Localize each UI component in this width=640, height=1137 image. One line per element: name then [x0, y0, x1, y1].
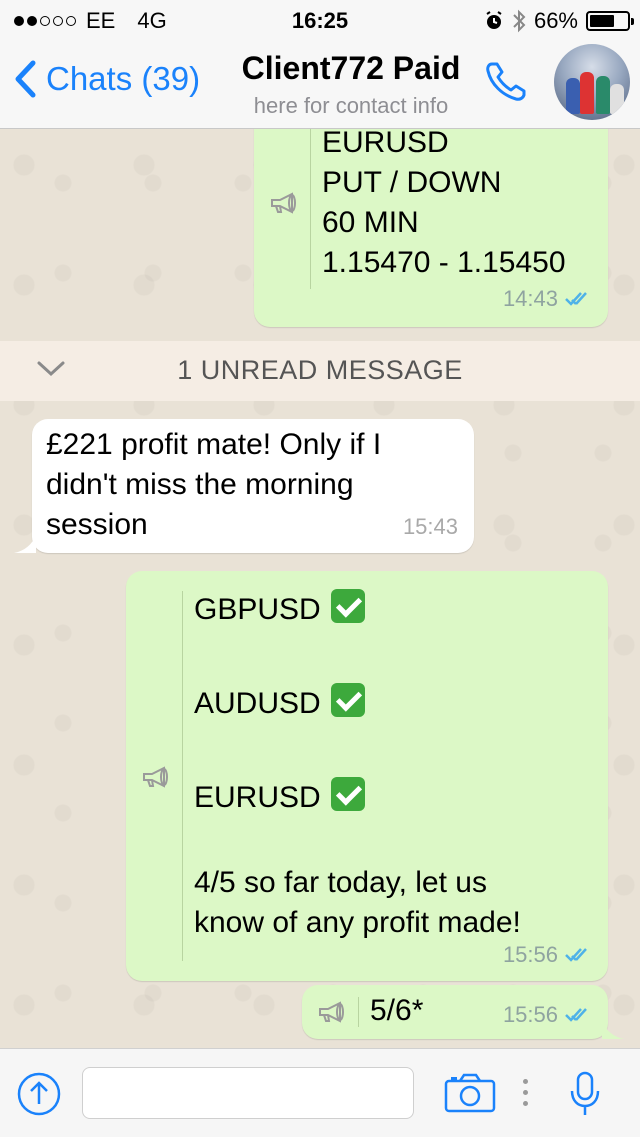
message-meta: 15:56: [503, 935, 594, 975]
back-label: Chats (39): [46, 60, 201, 97]
message-meta: 14:43: [503, 279, 594, 319]
contact-info-button[interactable]: Client772 Paid here for contact info: [226, 50, 476, 119]
bluetooth-icon: [513, 9, 526, 33]
pair-label: AUDUSD: [194, 687, 321, 720]
message-meta: 15:43: [403, 507, 458, 547]
battery-icon: [586, 11, 634, 31]
microphone-icon[interactable]: [568, 1071, 602, 1117]
composer-bar: [0, 1048, 640, 1137]
message-line: GBPUSD: [194, 589, 365, 630]
status-right: 66%: [484, 8, 634, 34]
message-line: EURUSD: [194, 777, 365, 818]
message-time: 14:43: [502, 286, 558, 311]
battery-percentage: 66%: [533, 8, 578, 33]
unread-divider-label: 1 UNREAD MESSAGE: [177, 355, 463, 385]
megaphone-icon: [319, 1001, 344, 1023]
message-text: £221 profit mate! Only if I didn't miss …: [46, 428, 382, 541]
contact-avatar[interactable]: [554, 44, 630, 120]
message-time: 15:56: [502, 942, 558, 967]
message-bubble[interactable]: GBPUSD AUDUSD EURUSD 4/5 so far today, l…: [126, 571, 608, 981]
green-check-emoji: [330, 589, 365, 623]
green-check-emoji: [330, 777, 365, 811]
upload-arrow-icon[interactable]: [16, 1071, 62, 1117]
message-bubble[interactable]: EURUSD PUT / DOWN 60 MIN 1.15470 - 1.154…: [254, 129, 608, 327]
message-time: 15:56: [502, 1002, 558, 1027]
chevron-left-icon: [15, 60, 36, 98]
message-text: 4/5 so far today, let us know of any pro…: [194, 866, 521, 939]
double-check-icon: [565, 1008, 587, 1022]
conversation-header: Chats (39) Client772 Paid here for conta…: [0, 40, 640, 129]
megaphone-icon: [271, 192, 296, 214]
alarm-icon: [486, 11, 502, 29]
status-bar: EE 4G 16:25 66%: [0, 0, 640, 40]
message-bubble[interactable]: £221 profit mate! Only if I didn't miss …: [14, 419, 474, 553]
more-options-icon[interactable]: [523, 1079, 529, 1106]
megaphone-icon: [143, 766, 168, 788]
contact-subtitle: here for contact info: [253, 93, 449, 118]
pair-label: GBPUSD: [194, 593, 321, 626]
message-meta: 15:56: [503, 995, 594, 1035]
message-time: 15:43: [402, 514, 458, 539]
bubble-tail: [14, 535, 36, 553]
message-bubble[interactable]: 5/6* 15:56: [302, 985, 624, 1039]
phone-icon[interactable]: [482, 58, 530, 106]
double-check-icon: [565, 292, 587, 306]
bubble-tail: [602, 1021, 624, 1039]
double-check-icon: [565, 948, 587, 962]
back-to-chats-button[interactable]: Chats (39): [14, 60, 200, 98]
camera-icon[interactable]: [444, 1073, 496, 1113]
message-input[interactable]: [82, 1067, 414, 1119]
pair-label: EURUSD: [194, 781, 321, 814]
message-text: EURUSD PUT / DOWN 60 MIN 1.15470 - 1.154…: [322, 129, 566, 279]
message-text: 5/6*: [370, 994, 424, 1027]
contact-name: Client772 Paid: [241, 50, 461, 86]
chat-area[interactable]: EURUSD PUT / DOWN 60 MIN 1.15470 - 1.154…: [0, 129, 640, 1048]
message-line: AUDUSD: [194, 683, 365, 724]
green-check-emoji: [330, 683, 365, 717]
unread-divider[interactable]: 1 UNREAD MESSAGE: [0, 341, 640, 401]
